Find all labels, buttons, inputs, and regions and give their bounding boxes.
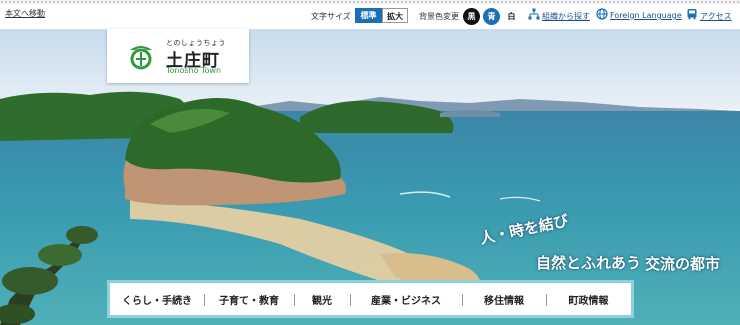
globe-icon	[596, 8, 608, 20]
tagline-line-3: 交流の都市	[645, 255, 721, 273]
search-by-organization-link[interactable]: 組織から探す	[542, 11, 590, 22]
nav-item-industry-business[interactable]: 産業・ビジネス	[350, 283, 462, 315]
background-black-button[interactable]: 黒	[463, 8, 480, 25]
nav-item-living[interactable]: くらし・手続き	[110, 283, 204, 315]
background-color-label: 背景色変更	[419, 12, 459, 21]
logo-name-en: Tonosho Town	[166, 66, 222, 75]
background-white-button[interactable]: 白	[503, 8, 520, 25]
access-link[interactable]: アクセス	[700, 11, 732, 22]
org-chart-icon	[528, 8, 540, 20]
background-blue-button[interactable]: 青	[483, 8, 500, 25]
nav-item-town-administration[interactable]: 町政情報	[546, 283, 631, 315]
font-size-label: 文字サイズ	[311, 12, 351, 21]
skip-to-content-link[interactable]: 本文へ移動	[5, 8, 45, 19]
nav-item-childcare-education[interactable]: 子育て・教育	[204, 283, 294, 315]
utility-bar: 本文へ移動 文字サイズ 標準 拡大 背景色変更 黒 青 白 組織から探す For…	[0, 4, 740, 29]
tagline-line-2: 自然とふれあう	[536, 254, 642, 272]
global-nav: くらし・手続き 子育て・教育 観光 産業・ビジネス 移住情報 町政情報	[107, 280, 634, 318]
logo-card[interactable]: とのしょうちょう 土庄町 Tonosho Town	[107, 29, 249, 83]
font-size-standard-button[interactable]: 標準	[355, 8, 382, 23]
nav-item-tourism[interactable]: 観光	[294, 283, 350, 315]
bus-icon	[687, 9, 697, 20]
nav-item-relocation[interactable]: 移住情報	[462, 283, 546, 315]
foreign-language-link[interactable]: Foreign Language	[610, 11, 682, 20]
font-size-large-button[interactable]: 拡大	[382, 8, 408, 23]
town-emblem-icon	[130, 46, 152, 70]
